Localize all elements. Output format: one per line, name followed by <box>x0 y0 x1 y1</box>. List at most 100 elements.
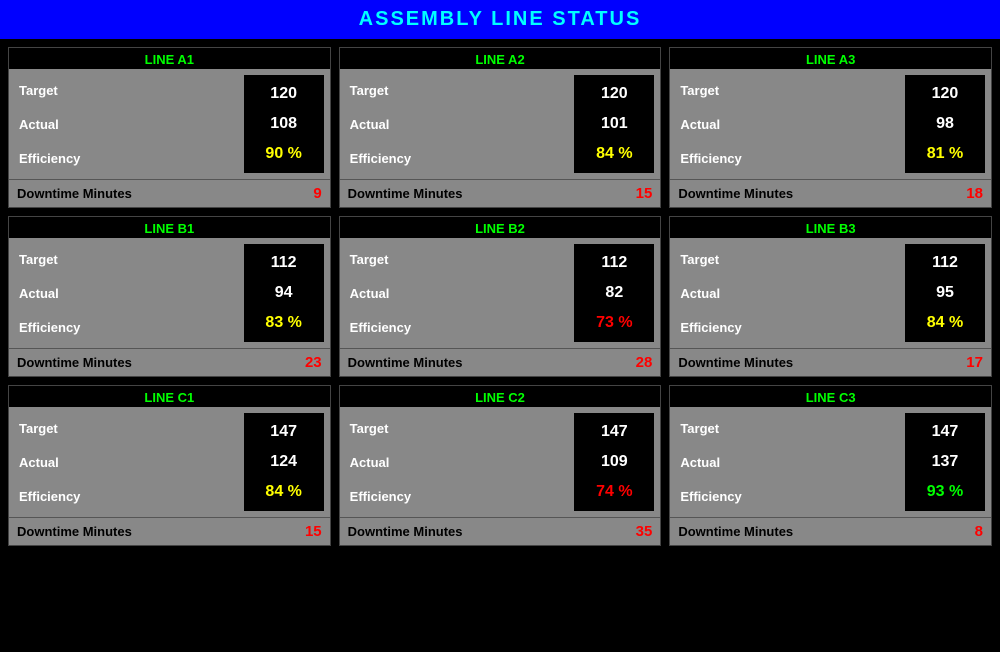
footer-value-line-c3: 8 <box>975 523 983 540</box>
card-line-a1: LINE A1 Target Actual Efficiency 120 108… <box>8 47 331 208</box>
card-line-b2: LINE B2 Target Actual Efficiency 112 82 … <box>339 216 662 377</box>
card-body-line-a2: Target Actual Efficiency 120 101 84 % <box>340 69 661 179</box>
card-values-line-b1: 112 94 83 % <box>244 244 324 342</box>
value-actual-line-c3: 137 <box>915 449 975 475</box>
label-efficiency-line-b3: Efficiency <box>676 314 899 341</box>
card-line-c2: LINE C2 Target Actual Efficiency 147 109… <box>339 385 662 546</box>
card-values-line-c1: 147 124 84 % <box>244 413 324 511</box>
card-labels-line-b3: Target Actual Efficiency <box>676 244 899 342</box>
label-efficiency-line-a2: Efficiency <box>346 145 569 172</box>
label-target-line-a1: Target <box>15 77 238 104</box>
label-actual-line-a2: Actual <box>346 111 569 138</box>
footer-value-line-b3: 17 <box>966 354 983 371</box>
value-efficiency-line-c3: 93 % <box>915 479 975 505</box>
card-labels-line-b2: Target Actual Efficiency <box>346 244 569 342</box>
value-efficiency-line-b1: 83 % <box>254 310 314 336</box>
label-actual-line-a1: Actual <box>15 111 238 138</box>
label-efficiency-line-a3: Efficiency <box>676 145 899 172</box>
label-actual-line-c1: Actual <box>15 449 238 476</box>
card-labels-line-a3: Target Actual Efficiency <box>676 75 899 173</box>
footer-label-line-a1: Downtime Minutes <box>17 186 132 201</box>
footer-value-line-c2: 35 <box>636 523 653 540</box>
card-body-line-c1: Target Actual Efficiency 147 124 84 % <box>9 407 330 517</box>
value-actual-line-c2: 109 <box>584 449 644 475</box>
value-target-line-a2: 120 <box>584 81 644 107</box>
label-efficiency-line-c1: Efficiency <box>15 483 238 510</box>
card-line-a3: LINE A3 Target Actual Efficiency 120 98 … <box>669 47 992 208</box>
card-body-line-a3: Target Actual Efficiency 120 98 81 % <box>670 69 991 179</box>
card-footer-line-c3: Downtime Minutes 8 <box>670 517 991 545</box>
page-title: ASSEMBLY LINE STATUS <box>359 8 642 30</box>
label-target-line-a2: Target <box>346 77 569 104</box>
value-target-line-a1: 120 <box>254 81 314 107</box>
card-labels-line-b1: Target Actual Efficiency <box>15 244 238 342</box>
footer-value-line-a1: 9 <box>313 185 321 202</box>
footer-label-line-c1: Downtime Minutes <box>17 524 132 539</box>
value-actual-line-a3: 98 <box>915 111 975 137</box>
footer-label-line-a3: Downtime Minutes <box>678 186 793 201</box>
card-values-line-c3: 147 137 93 % <box>905 413 985 511</box>
card-title-line-c1: LINE C1 <box>9 386 330 407</box>
card-line-b1: LINE B1 Target Actual Efficiency 112 94 … <box>8 216 331 377</box>
card-footer-line-b2: Downtime Minutes 28 <box>340 348 661 376</box>
card-labels-line-c1: Target Actual Efficiency <box>15 413 238 511</box>
footer-value-line-a2: 15 <box>636 185 653 202</box>
value-efficiency-line-a3: 81 % <box>915 141 975 167</box>
card-values-line-a3: 120 98 81 % <box>905 75 985 173</box>
card-line-c1: LINE C1 Target Actual Efficiency 147 124… <box>8 385 331 546</box>
value-efficiency-line-b3: 84 % <box>915 310 975 336</box>
value-actual-line-a1: 108 <box>254 111 314 137</box>
label-efficiency-line-c3: Efficiency <box>676 483 899 510</box>
card-body-line-a1: Target Actual Efficiency 120 108 90 % <box>9 69 330 179</box>
label-efficiency-line-c2: Efficiency <box>346 483 569 510</box>
card-title-line-a3: LINE A3 <box>670 48 991 69</box>
footer-label-line-c2: Downtime Minutes <box>348 524 463 539</box>
page-title-bar: ASSEMBLY LINE STATUS <box>0 0 1000 39</box>
card-title-line-a1: LINE A1 <box>9 48 330 69</box>
label-target-line-b3: Target <box>676 246 899 273</box>
card-footer-line-a3: Downtime Minutes 18 <box>670 179 991 207</box>
card-title-line-b1: LINE B1 <box>9 217 330 238</box>
footer-label-line-c3: Downtime Minutes <box>678 524 793 539</box>
label-actual-line-c2: Actual <box>346 449 569 476</box>
value-actual-line-b3: 95 <box>915 280 975 306</box>
value-actual-line-c1: 124 <box>254 449 314 475</box>
main-grid: LINE A1 Target Actual Efficiency 120 108… <box>0 39 1000 554</box>
card-footer-line-c2: Downtime Minutes 35 <box>340 517 661 545</box>
card-title-line-c3: LINE C3 <box>670 386 991 407</box>
footer-value-line-b2: 28 <box>636 354 653 371</box>
card-line-b3: LINE B3 Target Actual Efficiency 112 95 … <box>669 216 992 377</box>
value-actual-line-b2: 82 <box>584 280 644 306</box>
value-efficiency-line-a2: 84 % <box>584 141 644 167</box>
footer-value-line-c1: 15 <box>305 523 322 540</box>
value-target-line-c2: 147 <box>584 419 644 445</box>
card-labels-line-a1: Target Actual Efficiency <box>15 75 238 173</box>
label-efficiency-line-b2: Efficiency <box>346 314 569 341</box>
label-target-line-c1: Target <box>15 415 238 442</box>
value-efficiency-line-a1: 90 % <box>254 141 314 167</box>
label-actual-line-a3: Actual <box>676 111 899 138</box>
value-target-line-b1: 112 <box>254 250 314 276</box>
footer-label-line-b1: Downtime Minutes <box>17 355 132 370</box>
card-line-a2: LINE A2 Target Actual Efficiency 120 101… <box>339 47 662 208</box>
label-actual-line-b1: Actual <box>15 280 238 307</box>
card-title-line-c2: LINE C2 <box>340 386 661 407</box>
card-title-line-a2: LINE A2 <box>340 48 661 69</box>
card-title-line-b3: LINE B3 <box>670 217 991 238</box>
card-line-c3: LINE C3 Target Actual Efficiency 147 137… <box>669 385 992 546</box>
label-target-line-b2: Target <box>346 246 569 273</box>
card-labels-line-a2: Target Actual Efficiency <box>346 75 569 173</box>
footer-label-line-b3: Downtime Minutes <box>678 355 793 370</box>
label-target-line-c2: Target <box>346 415 569 442</box>
card-footer-line-b1: Downtime Minutes 23 <box>9 348 330 376</box>
value-efficiency-line-c1: 84 % <box>254 479 314 505</box>
footer-label-line-a2: Downtime Minutes <box>348 186 463 201</box>
card-footer-line-b3: Downtime Minutes 17 <box>670 348 991 376</box>
card-values-line-a1: 120 108 90 % <box>244 75 324 173</box>
card-values-line-c2: 147 109 74 % <box>574 413 654 511</box>
card-body-line-b2: Target Actual Efficiency 112 82 73 % <box>340 238 661 348</box>
card-body-line-b1: Target Actual Efficiency 112 94 83 % <box>9 238 330 348</box>
card-title-line-b2: LINE B2 <box>340 217 661 238</box>
card-footer-line-a1: Downtime Minutes 9 <box>9 179 330 207</box>
card-values-line-b2: 112 82 73 % <box>574 244 654 342</box>
